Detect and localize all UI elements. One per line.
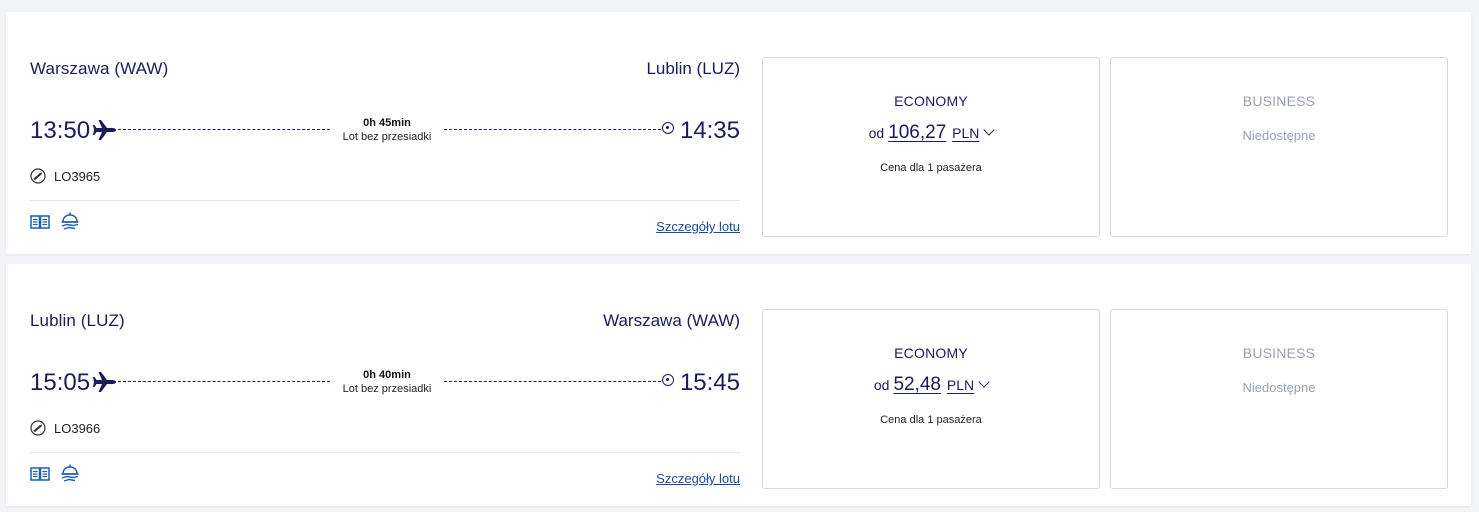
chevron-down-icon[interactable]: [978, 376, 990, 388]
price-amount[interactable]: 106,27: [888, 122, 946, 143]
fare-class-label: ECONOMY: [894, 345, 968, 361]
plane-icon: [93, 372, 116, 392]
flight-details-link[interactable]: Szczegóły lotu: [656, 219, 740, 234]
fare-unavailable: Niedostępne: [1242, 128, 1316, 143]
flight-duration: 0h 40min: [363, 369, 411, 381]
destination-marker-icon: [662, 374, 674, 386]
fare-class-label: ECONOMY: [894, 93, 968, 109]
fare-price[interactable]: od 106,27 PLN: [763, 122, 1099, 144]
route-line-right: [444, 129, 666, 130]
flight-number: LO3966: [54, 421, 101, 436]
arrival-time: 14:35: [679, 117, 740, 144]
economy-fare-option[interactable]: ECONOMY od 106,27 PLN Cena dla 1 pasażera: [762, 57, 1100, 237]
book-icon[interactable]: [30, 214, 50, 230]
route-line-right: [444, 381, 666, 382]
flight-summary: Warszawa (WAW) Lublin (LUZ) 13:50 0h 45m…: [30, 12, 740, 254]
economy-fare-option[interactable]: ECONOMY od 52,48 PLN Cena dla 1 pasażera: [762, 309, 1100, 489]
flight-details-link[interactable]: Szczegóły lotu: [656, 471, 740, 486]
meal-service-icon[interactable]: [60, 463, 80, 483]
business-fare-option: BUSINESS Niedostępne: [1110, 309, 1448, 489]
flight-card: Warszawa (WAW) Lublin (LUZ) 13:50 0h 45m…: [6, 12, 1471, 254]
lot-airline-logo-icon: [30, 420, 46, 436]
price-amount[interactable]: 52,48: [893, 374, 941, 395]
flight-duration: 0h 45min: [363, 117, 411, 129]
lot-airline-logo-icon: [30, 168, 46, 184]
fare-class-label: BUSINESS: [1242, 93, 1316, 109]
flight-summary: Lublin (LUZ) Warszawa (WAW) 15:05 0h 40m…: [30, 264, 740, 506]
departure-time: 15:05: [30, 369, 91, 396]
destination-city: Warszawa (WAW): [603, 311, 740, 330]
flight-card: Lublin (LUZ) Warszawa (WAW) 15:05 0h 40m…: [6, 264, 1471, 506]
fare-class-label: BUSINESS: [1242, 345, 1316, 361]
fare-unavailable: Niedostępne: [1242, 380, 1316, 395]
route-line-left: [118, 381, 330, 382]
price-prefix: od: [868, 125, 885, 141]
business-fare-option: BUSINESS Niedostępne: [1110, 57, 1448, 237]
flight-number: LO3965: [54, 169, 101, 184]
arrival-time: 15:45: [679, 369, 740, 396]
destination-marker-icon: [662, 122, 674, 134]
price-prefix: od: [873, 377, 890, 393]
divider: [30, 200, 740, 201]
price-currency[interactable]: PLN: [947, 377, 974, 393]
per-passenger-note: Cena dla 1 pasażera: [880, 414, 982, 426]
departure-time: 13:50: [30, 117, 91, 144]
plane-icon: [93, 120, 116, 140]
origin-city: Warszawa (WAW): [30, 59, 169, 78]
origin-city: Lublin (LUZ): [30, 311, 125, 330]
flight-stops: Lot bez przesiadki: [342, 383, 432, 395]
per-passenger-note: Cena dla 1 pasażera: [880, 162, 982, 174]
route-line-left: [118, 129, 330, 130]
destination-city: Lublin (LUZ): [646, 59, 740, 78]
meal-service-icon[interactable]: [60, 211, 80, 231]
flight-stops: Lot bez przesiadki: [342, 131, 432, 143]
chevron-down-icon[interactable]: [983, 124, 996, 136]
price-currency[interactable]: PLN: [952, 125, 979, 141]
fare-price[interactable]: od 52,48 PLN: [763, 374, 1099, 396]
divider: [30, 452, 740, 453]
book-icon[interactable]: [30, 466, 50, 482]
